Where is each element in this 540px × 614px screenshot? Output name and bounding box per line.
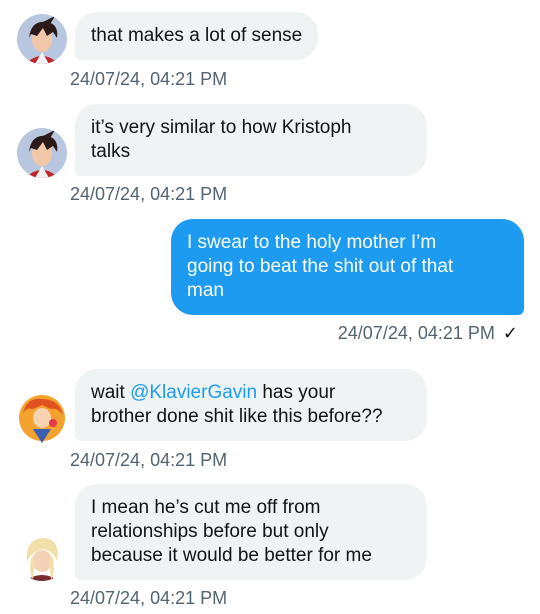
message-text: relationships before but only	[91, 521, 329, 542]
message-timestamp: 24/07/24, 04:21 PM	[70, 450, 228, 470]
apollo-avatar[interactable]	[17, 14, 67, 64]
blonde-avatar[interactable]	[17, 531, 67, 581]
message-text: brother done shit like this before??	[91, 406, 383, 427]
message-text: talks	[91, 141, 131, 162]
message-bubble[interactable]: I mean he’s cut me off from relationship…	[75, 484, 427, 580]
message-bubble[interactable]: I swear to the holy mother I’m going to …	[171, 219, 524, 315]
message-text: because it would be better for me	[91, 545, 372, 566]
message-bubble[interactable]: that makes a lot of sense	[75, 12, 319, 60]
message-timestamp: 24/07/24, 04:21 PM	[70, 69, 228, 89]
message-text: I swear to the holy mother I’m	[187, 232, 437, 253]
message-bubble[interactable]: it’s very similar to how Kristoph talks	[75, 104, 427, 176]
message-text-prefix: wait	[91, 382, 131, 403]
orange-hair-avatar[interactable]	[17, 393, 67, 443]
message-text: man	[187, 280, 224, 301]
message-text: going to beat the shit out of that	[187, 256, 454, 277]
message-text: that makes a lot of sense	[91, 25, 303, 46]
timestamp-text: 24/07/24, 04:21 PM	[337, 323, 495, 343]
message-text-suffix: has your	[257, 382, 336, 403]
message-text: I mean he’s cut me off from	[91, 497, 321, 518]
message-timestamp: 24/07/24, 04:21 PM	[70, 588, 228, 608]
checkmark-icon: ✓	[502, 323, 518, 343]
message-timestamp: 24/07/24, 04:21 PM	[70, 184, 228, 204]
message-text: it’s very similar to how Kristoph	[91, 117, 352, 138]
message-timestamp: 24/07/24, 04:21 PM ✓	[338, 323, 518, 344]
message-bubble[interactable]: wait @KlavierGavin has your brother done…	[75, 369, 427, 441]
message-text: wait @KlavierGavin has your	[91, 381, 411, 405]
apollo-avatar[interactable]	[17, 128, 67, 178]
mention-link[interactable]: @KlavierGavin	[130, 382, 257, 403]
